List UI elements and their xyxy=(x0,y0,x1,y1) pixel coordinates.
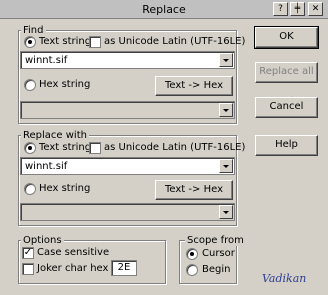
scope-group-label: Scope from xyxy=(185,235,246,246)
find-text-to-hex-button[interactable]: Text -> Hex xyxy=(155,76,233,96)
joker-checkbox[interactable] xyxy=(22,263,34,275)
help-button[interactable]: Help xyxy=(255,135,318,156)
replace-text-value: winnt.sif xyxy=(25,161,68,172)
ok-button[interactable]: OK xyxy=(254,26,319,49)
chevron-down-icon[interactable] xyxy=(219,159,233,173)
replace-all-button[interactable]: Replace all xyxy=(255,62,318,83)
joker-label: Joker char hex xyxy=(37,263,109,274)
replace-hex-combo[interactable] xyxy=(20,203,235,221)
find-hex-string-label: Hex string xyxy=(39,79,91,90)
scope-begin-radio[interactable] xyxy=(186,264,198,276)
scope-cursor-label: Cursor xyxy=(202,248,235,259)
pin-icon[interactable]: ╪ xyxy=(290,2,305,16)
find-unicode-label: as Unicode Latin (UTF-16LE) xyxy=(104,36,246,47)
scope-cursor-radio[interactable] xyxy=(186,248,198,260)
replace-text-string-label: Text string xyxy=(39,142,92,153)
chevron-down-icon[interactable] xyxy=(219,53,233,67)
scope-group xyxy=(179,240,237,284)
replace-text-to-hex-button[interactable]: Text -> Hex xyxy=(155,180,233,200)
case-sensitive-label: Case sensitive xyxy=(37,247,110,258)
replace-unicode-checkbox[interactable] xyxy=(89,142,101,154)
replace-hex-string-radio[interactable] xyxy=(24,183,36,195)
replace-unicode-label: as Unicode Latin (UTF-16LE) xyxy=(104,142,246,153)
find-unicode-checkbox[interactable] xyxy=(89,36,101,48)
joker-hex-input[interactable]: 2E xyxy=(111,260,137,276)
find-hex-combo[interactable] xyxy=(20,101,235,119)
find-text-combo[interactable]: winnt.sif xyxy=(20,51,235,69)
cancel-button[interactable]: Cancel xyxy=(255,97,318,118)
find-group-label: Find xyxy=(21,25,46,36)
replace-hex-string-label: Hex string xyxy=(39,183,91,194)
find-text-string-radio[interactable] xyxy=(24,36,36,48)
find-text-string-label: Text string xyxy=(39,36,92,47)
chevron-down-icon[interactable] xyxy=(219,103,233,117)
close-icon[interactable]: ✕ xyxy=(308,2,323,16)
help-icon[interactable]: ? xyxy=(273,2,288,16)
replace-group-label: Replace with xyxy=(21,130,89,141)
chevron-down-icon[interactable] xyxy=(219,205,233,219)
replace-text-string-radio[interactable] xyxy=(24,142,36,154)
signature-text: Vadikan xyxy=(262,272,307,285)
title-bar: Replace ? ╪ ✕ xyxy=(0,0,328,19)
find-text-value: winnt.sif xyxy=(25,55,68,66)
find-hex-string-radio[interactable] xyxy=(24,79,36,91)
case-sensitive-checkbox[interactable]: ✓ xyxy=(22,247,34,259)
options-group-label: Options xyxy=(21,235,64,246)
scope-begin-label: Begin xyxy=(202,264,231,275)
replace-text-combo[interactable]: winnt.sif xyxy=(20,157,235,175)
